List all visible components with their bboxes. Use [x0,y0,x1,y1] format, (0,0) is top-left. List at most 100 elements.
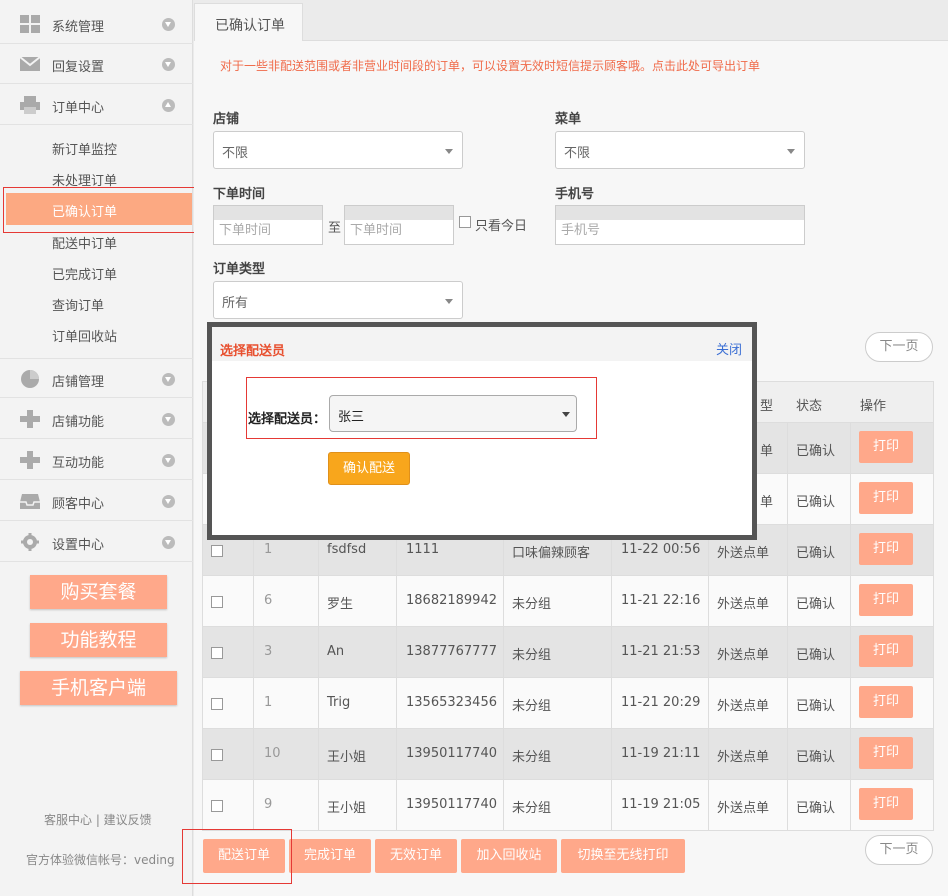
print-button[interactable]: 打印 [859,788,913,820]
row-checkbox[interactable] [211,545,223,557]
row-customer-name: 罗生 [327,597,354,612]
sidebar-item-reply[interactable]: 回复设置 [0,44,193,84]
row-number: 10 [264,746,281,761]
print-button[interactable]: 打印 [859,635,913,667]
column-divider [850,678,851,729]
chevron-down-icon[interactable] [162,454,175,467]
sidebar-sub-query[interactable]: 查询订单 [52,295,104,314]
row-checkbox[interactable] [211,698,223,710]
phone-input[interactable]: 手机号 [555,205,805,245]
header-type: 型 [760,399,774,414]
sidebar-item-interactive[interactable]: 互动功能 [0,440,193,480]
row-status: 已确认 [796,597,836,612]
sidebar-sub-recycle[interactable]: 订单回收站 [52,326,117,345]
row-phone: 13565323456 [406,695,497,710]
mobile-client-button[interactable]: 手机客户端 [20,671,177,705]
row-number: 9 [264,797,273,812]
row-checkbox[interactable] [211,749,223,761]
print-button[interactable]: 打印 [859,686,913,718]
column-divider [253,576,254,627]
print-button[interactable]: 打印 [859,737,913,769]
chevron-down-icon[interactable] [162,373,175,386]
buy-package-button[interactable]: 购买套餐 [30,575,167,609]
sidebar-item-orders[interactable]: 订单中心 [0,85,193,125]
column-divider [787,780,788,831]
order-time-label: 下单时间 [213,187,266,202]
sidebar-item-customers[interactable]: 顾客中心 [0,481,193,521]
chevron-down-icon[interactable] [162,58,175,71]
modal-close-link[interactable]: 关闭 [716,339,742,358]
column-divider [708,729,709,780]
sidebar-item-settings[interactable]: 设置中心 [0,522,193,562]
sidebar-item-label: 互动功能 [52,456,105,471]
dropdown-arrow-icon [445,299,453,304]
row-time: 11-21 20:29 [621,695,701,710]
menu-select[interactable]: 不限 [555,131,805,169]
highlight-box [246,377,597,439]
tab-confirmed-orders[interactable]: 已确认订单 [194,3,303,41]
time-from-input[interactable]: 下单时间 [213,205,323,245]
row-checkbox[interactable] [211,800,223,812]
row-order-type: 外送点单 [717,699,770,714]
row-phone: 18682189942 [406,593,497,608]
sidebar-item-store[interactable]: 店铺管理 [0,358,193,398]
column-divider [850,474,851,525]
chevron-down-icon[interactable] [162,18,175,31]
chevron-up-icon[interactable] [162,99,175,112]
column-divider [396,627,397,678]
sidebar-sub-confirmed[interactable]: 已确认订单 [52,201,117,220]
print-button[interactable]: 打印 [859,533,913,565]
order-type-select[interactable]: 所有 [213,281,463,319]
table-row: 10 王小姐 13950117740 未分组 11-19 21:11 外送点单 已确认 打印 [202,729,934,780]
sidebar-item-label: 系统管理 [52,20,105,35]
confirm-delivery-button[interactable]: 确认配送 [328,452,410,485]
store-select[interactable]: 不限 [213,131,463,169]
switch-wireless-print-button[interactable]: 切换至无线打印 [561,839,685,873]
chevron-down-icon[interactable] [162,536,175,549]
tutorial-button[interactable]: 功能教程 [30,623,167,657]
row-status: 已确认 [796,750,836,765]
row-status: 已确认 [796,495,836,510]
column-divider [850,729,851,780]
column-divider [787,729,788,780]
sidebar-item-label: 店铺功能 [52,415,105,430]
table-row: 6 罗生 18682189942 未分组 11-21 22:16 外送点单 已确认 打印 [202,576,934,627]
grid-icon [20,15,40,33]
complete-orders-button[interactable]: 完成订单 [289,839,371,873]
header-status: 状态 [796,399,823,414]
invalid-orders-button[interactable]: 无效订单 [375,839,457,873]
sidebar-sub-pending[interactable]: 未处理订单 [52,170,117,189]
row-checkbox[interactable] [211,647,223,659]
row-checkbox[interactable] [211,596,223,608]
sidebar-item-system[interactable]: 系统管理 [0,4,193,44]
sidebar-item-label: 回复设置 [52,60,105,75]
column-divider [850,780,851,831]
column-divider [318,627,319,678]
time-to-separator: 至 [328,221,342,236]
column-divider [396,678,397,729]
row-order-type: 外送点单 [717,546,770,561]
sidebar: 系统管理 回复设置 订单中心 新订单监控 未处理订单 已确认订单 配送中订单 已… [0,0,196,896]
notice-text[interactable]: 对于一些非配送范围或者非营业时间段的订单，可以设置无效时短信提示顾客哦。点击此处… [220,57,760,74]
pie-chart-icon [21,370,39,388]
column-divider [611,678,612,729]
sidebar-sub-new-orders[interactable]: 新订单监控 [52,139,117,158]
row-number: 1 [264,695,273,710]
print-button[interactable]: 打印 [859,584,913,616]
today-only-checkbox[interactable] [459,216,471,228]
print-button[interactable]: 打印 [859,482,913,514]
next-page-button-top[interactable]: 下一页 [865,332,933,362]
add-to-recycle-button[interactable]: 加入回收站 [461,839,557,873]
sidebar-item-store-features[interactable]: 店铺功能 [0,399,193,439]
sidebar-sub-delivering[interactable]: 配送中订单 [52,233,117,252]
next-page-button-bottom[interactable]: 下一页 [865,835,933,865]
sidebar-item-label: 店铺管理 [52,375,105,390]
column-divider [253,729,254,780]
chevron-down-icon[interactable] [162,413,175,426]
print-button[interactable]: 打印 [859,431,913,463]
chevron-down-icon[interactable] [162,495,175,508]
order-type-value: 所有 [222,296,249,311]
time-to-input[interactable]: 下单时间 [344,205,454,245]
support-links[interactable]: 客服中心 | 建议反馈 [44,811,152,828]
sidebar-sub-completed[interactable]: 已完成订单 [52,264,117,283]
